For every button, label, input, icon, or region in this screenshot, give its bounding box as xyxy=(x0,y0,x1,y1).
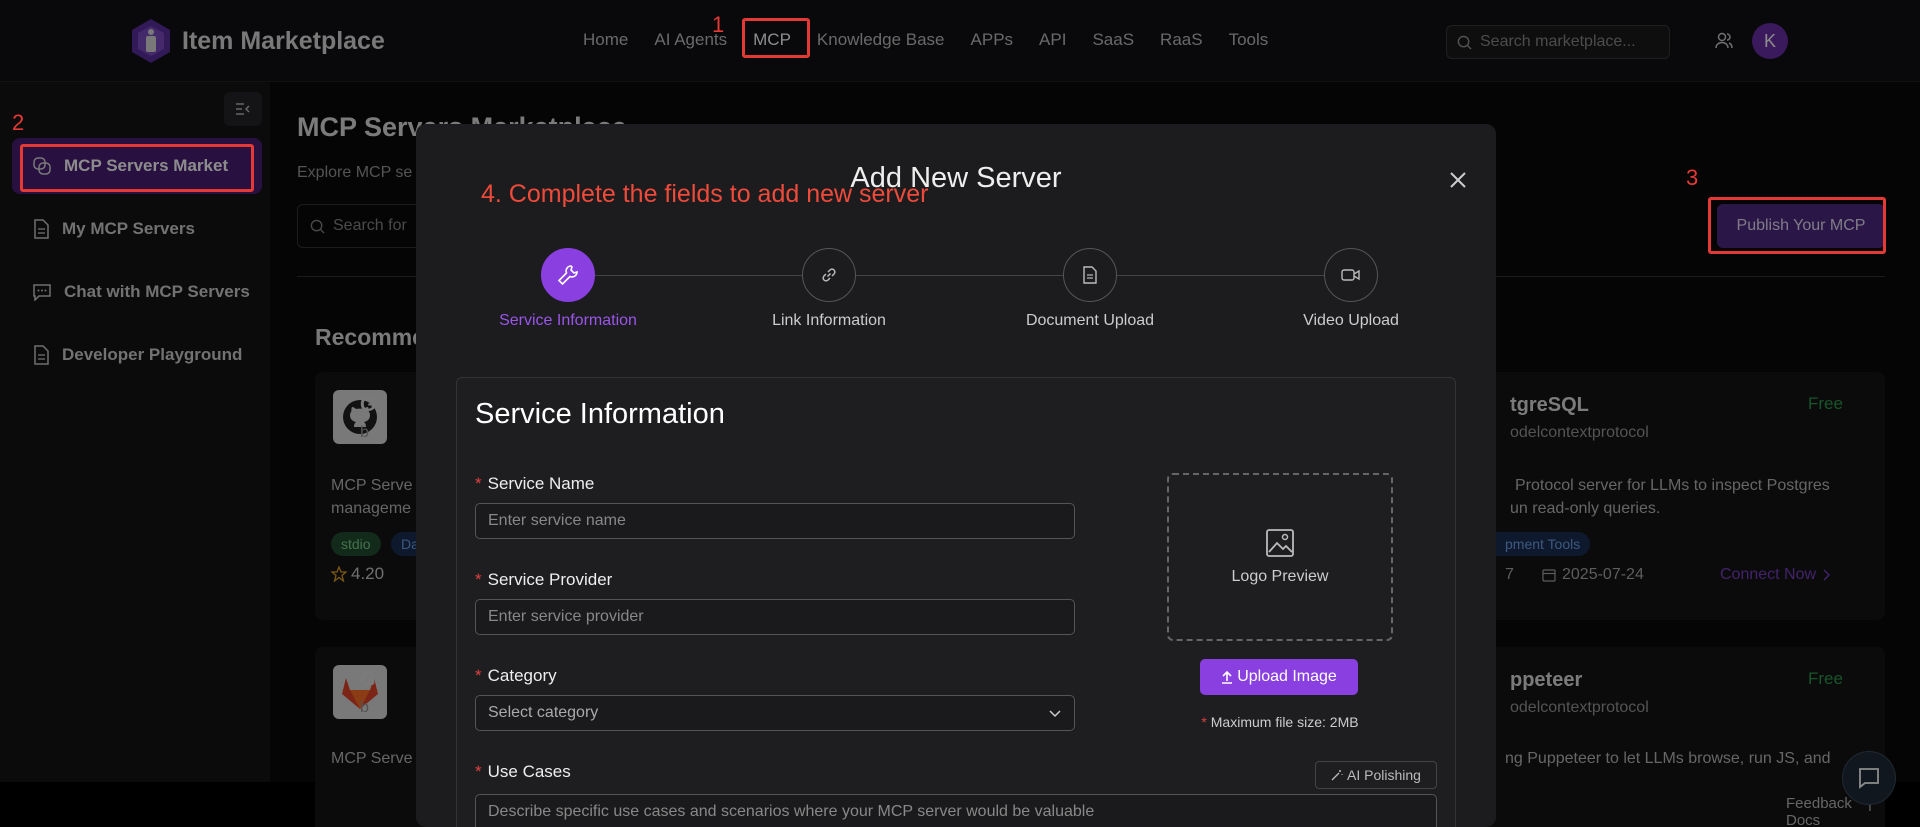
link-icon xyxy=(822,268,836,282)
annotation-number-2: 2 xyxy=(12,110,25,135)
add-new-server-modal: Add New Server Service Information Link … xyxy=(416,124,1496,827)
label-text: Category xyxy=(487,666,557,685)
category-select[interactable]: Select category xyxy=(475,695,1075,731)
service-name-label: * Service Name xyxy=(475,474,594,494)
annotation-number-1: 1 xyxy=(712,12,725,37)
required-marker: * xyxy=(475,570,482,589)
form-section-title: Service Information xyxy=(475,398,725,430)
required-marker: * xyxy=(475,666,482,685)
stepper-line xyxy=(566,275,1346,276)
step-circle xyxy=(802,248,856,302)
max-file-size-note: * Maximum file size: 2MB xyxy=(1157,714,1403,730)
ai-polishing-button[interactable]: AI Polishing xyxy=(1315,761,1437,789)
service-provider-label: * Service Provider xyxy=(475,570,612,590)
video-icon xyxy=(1341,269,1360,281)
label-text: Service Name xyxy=(487,474,595,493)
wrench-icon xyxy=(557,265,578,286)
step-label: Video Upload xyxy=(1303,312,1399,329)
category-select-value: Select category xyxy=(488,704,599,721)
service-name-input[interactable] xyxy=(475,503,1075,539)
step-circle xyxy=(1324,248,1378,302)
service-provider-input[interactable] xyxy=(475,599,1075,635)
upload-image-label: Upload Image xyxy=(1237,668,1337,685)
annotation-box-publish xyxy=(1708,197,1886,254)
annotation-number-3: 3 xyxy=(1686,165,1699,190)
step-video-upload[interactable]: Video Upload xyxy=(1251,248,1451,330)
image-icon xyxy=(1266,529,1294,557)
step-circle xyxy=(541,248,595,302)
logo-preview-label: Logo Preview xyxy=(1231,568,1329,585)
use-cases-label: * Use Cases xyxy=(475,762,571,782)
magic-wand-icon xyxy=(1331,770,1343,781)
step-label: Service Information xyxy=(499,312,637,329)
required-marker: * xyxy=(475,474,482,493)
logo-preview: Logo Preview xyxy=(1167,473,1393,641)
step-document-upload[interactable]: Document Upload xyxy=(990,248,1190,330)
ai-polishing-label: AI Polishing xyxy=(1347,767,1421,783)
max-size-text: Maximum file size: 2MB xyxy=(1210,714,1359,730)
annotation-box-mcp xyxy=(742,18,810,58)
step-circle xyxy=(1063,248,1117,302)
label-text: Use Cases xyxy=(487,762,571,781)
close-icon[interactable] xyxy=(1446,168,1470,192)
category-label: * Category xyxy=(475,666,557,686)
required-marker: * xyxy=(475,762,482,781)
step-link-information[interactable]: Link Information xyxy=(729,248,929,330)
use-cases-textarea[interactable] xyxy=(475,794,1437,827)
required-marker: * xyxy=(1201,714,1207,730)
step-label: Document Upload xyxy=(1025,312,1155,329)
step-label: Link Information xyxy=(772,312,886,329)
annotation-instruction: 4. Complete the fields to add new server xyxy=(481,180,929,208)
label-text: Service Provider xyxy=(487,570,613,589)
service-information-form: Service Information * Service Name * Servi… xyxy=(456,377,1456,827)
document-icon xyxy=(1083,266,1097,284)
step-service-information[interactable]: Service Information xyxy=(468,248,668,330)
chevron-down-icon xyxy=(1049,710,1061,718)
annotation-box-sidebar xyxy=(20,144,254,192)
upload-image-button[interactable]: Upload Image xyxy=(1200,659,1358,695)
upload-icon xyxy=(1222,670,1233,684)
